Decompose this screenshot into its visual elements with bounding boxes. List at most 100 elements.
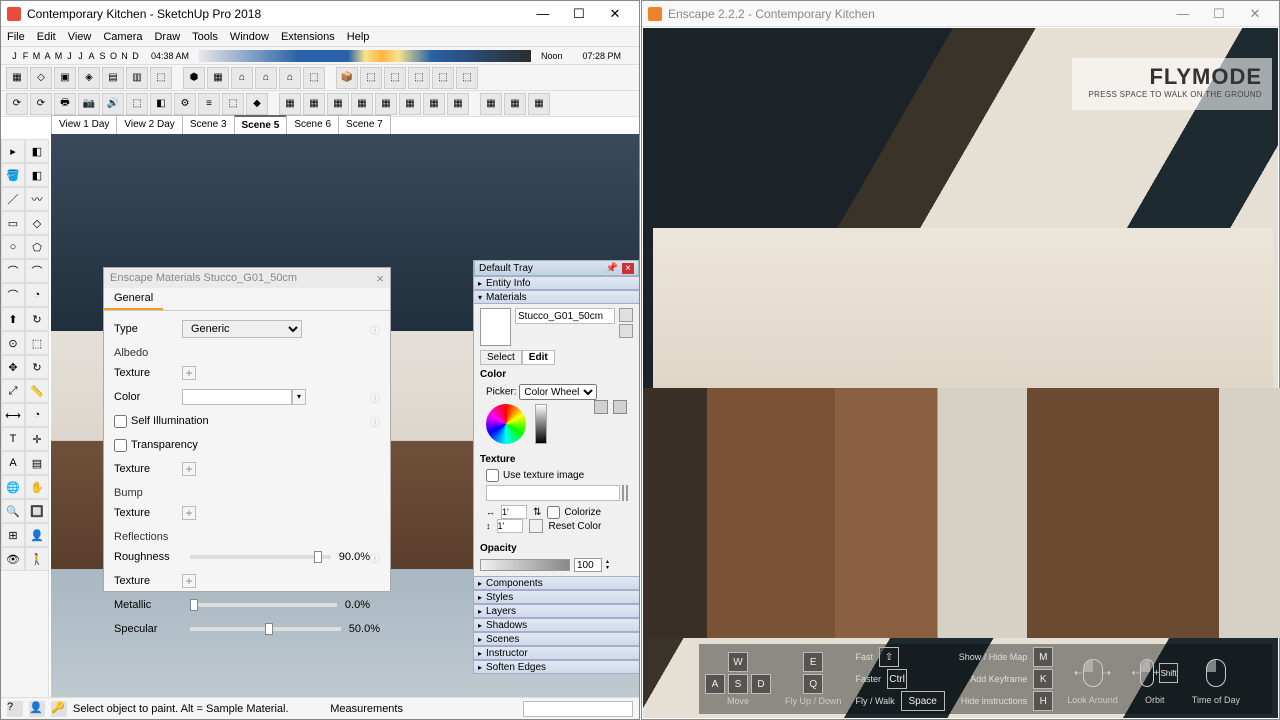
tool-btn[interactable]: ▦ (327, 93, 349, 115)
polygon-tool[interactable]: ⬠ (25, 235, 49, 259)
2pt-arc[interactable]: ⌒ (25, 259, 49, 283)
menu-window[interactable]: Window (224, 31, 275, 43)
3dtext-tool[interactable]: A (1, 451, 25, 475)
opacity-slider[interactable] (480, 559, 570, 571)
section-entity-info[interactable]: ▸Entity Info (474, 276, 639, 290)
picker-select[interactable]: Color Wheel (519, 384, 597, 400)
panel-header[interactable]: Enscape Materials Stucco_G01_50cm × (104, 268, 390, 288)
tool-btn[interactable]: ▥ (126, 67, 148, 89)
tool-btn[interactable]: ▦ (480, 93, 502, 115)
close-icon[interactable]: × (376, 271, 384, 286)
type-select[interactable]: Generic (182, 320, 302, 338)
tool-btn[interactable]: ⬚ (408, 67, 430, 89)
section-styles[interactable]: ▸Styles (474, 590, 639, 604)
info-icon[interactable]: ⓘ (370, 598, 380, 613)
specular-slider[interactable] (190, 627, 341, 631)
enscape-render-viewport[interactable]: FLYMODE PRESS SPACE TO WALK ON THE GROUN… (643, 28, 1278, 718)
tool-btn[interactable]: ▣ (54, 67, 76, 89)
pan-tool[interactable]: ✋ (25, 475, 49, 499)
walk-tool[interactable]: 🚶 (25, 547, 49, 571)
circle-tool[interactable]: ○ (1, 235, 25, 259)
zoom-extents[interactable]: ⊞ (1, 523, 25, 547)
maximize-button[interactable]: ☐ (561, 2, 597, 26)
creds-icon[interactable]: 🔑 (51, 701, 67, 717)
viewport-3d[interactable]: Enscape Materials Stucco_G01_50cm × Gene… (51, 134, 639, 697)
menu-view[interactable]: View (62, 31, 98, 43)
move-tool[interactable]: ✥ (1, 355, 25, 379)
add-texture-button[interactable]: + (182, 462, 196, 476)
tool-btn[interactable]: ▦ (351, 93, 373, 115)
tab-scene[interactable]: Scene 7 (338, 115, 391, 135)
geo-icon[interactable]: 👤 (29, 701, 45, 717)
create-material-icon[interactable] (619, 324, 633, 338)
self-illum-checkbox[interactable] (114, 415, 127, 428)
tab-scene[interactable]: Scene 5 (234, 115, 288, 135)
menu-draw[interactable]: Draw (148, 31, 186, 43)
freehand-tool[interactable]: 〰 (25, 187, 49, 211)
link-icon[interactable]: ⇅ (533, 507, 541, 518)
axes-tool[interactable]: ✛ (25, 427, 49, 451)
tool-btn[interactable]: 📷 (78, 93, 100, 115)
color-dropdown[interactable]: ▾ (292, 389, 306, 405)
menu-file[interactable]: File (1, 31, 31, 43)
menu-help[interactable]: Help (341, 31, 376, 43)
tool-btn[interactable]: ▦ (504, 93, 526, 115)
tool-btn[interactable]: ◈ (78, 67, 100, 89)
menu-camera[interactable]: Camera (97, 31, 148, 43)
colorize-checkbox[interactable] (547, 506, 560, 519)
tool-btn[interactable]: ◧ (150, 93, 172, 115)
add-texture-button[interactable]: + (182, 506, 196, 520)
value-slider[interactable] (535, 404, 547, 444)
dim-tool[interactable]: ⟷ (1, 403, 25, 427)
tool-btn[interactable]: ⬢ (183, 67, 205, 89)
section-components[interactable]: ▸Components (474, 576, 639, 590)
pie-tool[interactable]: ◔ (25, 283, 49, 307)
tray-close-icon[interactable]: × (622, 263, 634, 274)
tool-btn[interactable]: ⟳ (6, 93, 28, 115)
tool-btn[interactable]: ▤ (102, 67, 124, 89)
tool-btn[interactable]: ⌂ (231, 67, 253, 89)
tool-btn[interactable]: ▦ (207, 67, 229, 89)
rotated-rect[interactable]: ◇ (25, 211, 49, 235)
help-icon[interactable]: ? (7, 701, 23, 717)
tool-btn[interactable]: ▦ (423, 93, 445, 115)
tab-scene[interactable]: View 1 Day (51, 115, 117, 135)
tool-btn[interactable]: ▦ (303, 93, 325, 115)
outer-shell[interactable]: ⬚ (25, 331, 49, 355)
browse-icon[interactable] (622, 485, 624, 501)
time-slider[interactable] (199, 50, 531, 62)
info-icon[interactable]: ⓘ (370, 414, 380, 429)
section-instructor[interactable]: ▸Instructor (474, 646, 639, 660)
tab-select[interactable]: Select (480, 350, 522, 365)
look-around[interactable]: 👁 (1, 547, 25, 571)
tool-btn[interactable]: ⬚ (384, 67, 406, 89)
paint-tool[interactable]: 🪣 (1, 163, 25, 187)
pushpull-tool[interactable]: ⬆ (1, 307, 25, 331)
eraser-tool[interactable]: ◧ (25, 163, 49, 187)
tool-btn[interactable]: ⬚ (456, 67, 478, 89)
tool-btn[interactable]: ≡ (198, 93, 220, 115)
tab-edit[interactable]: Edit (522, 350, 555, 365)
match-model-icon[interactable] (613, 400, 627, 414)
tool-btn[interactable]: ⬚ (303, 67, 325, 89)
tool-btn[interactable]: ⬚ (126, 93, 148, 115)
menu-edit[interactable]: Edit (31, 31, 62, 43)
tool-btn[interactable]: 📦 (336, 67, 358, 89)
info-icon[interactable]: ⓘ (370, 390, 380, 405)
info-icon[interactable]: ⓘ (370, 322, 380, 337)
measurements-input[interactable] (523, 701, 633, 717)
reset-color-label[interactable]: Reset Color (549, 521, 602, 532)
color-wheel[interactable] (486, 404, 526, 444)
select-tool[interactable]: ▸ (1, 139, 25, 163)
edit-texture-icon[interactable] (626, 485, 628, 501)
info-icon[interactable]: ⓘ (370, 550, 380, 565)
tray-pin-icon[interactable]: 📌 (606, 263, 618, 274)
tool-btn[interactable]: ⌂ (255, 67, 277, 89)
tape-tool[interactable]: 📏 (25, 379, 49, 403)
opacity-input[interactable] (574, 558, 602, 572)
tool-btn[interactable]: ▦ (447, 93, 469, 115)
menu-extensions[interactable]: Extensions (275, 31, 341, 43)
tex-height-input[interactable] (497, 519, 523, 533)
roughness-slider[interactable] (190, 555, 331, 559)
close-button[interactable]: ✕ (1237, 2, 1273, 26)
